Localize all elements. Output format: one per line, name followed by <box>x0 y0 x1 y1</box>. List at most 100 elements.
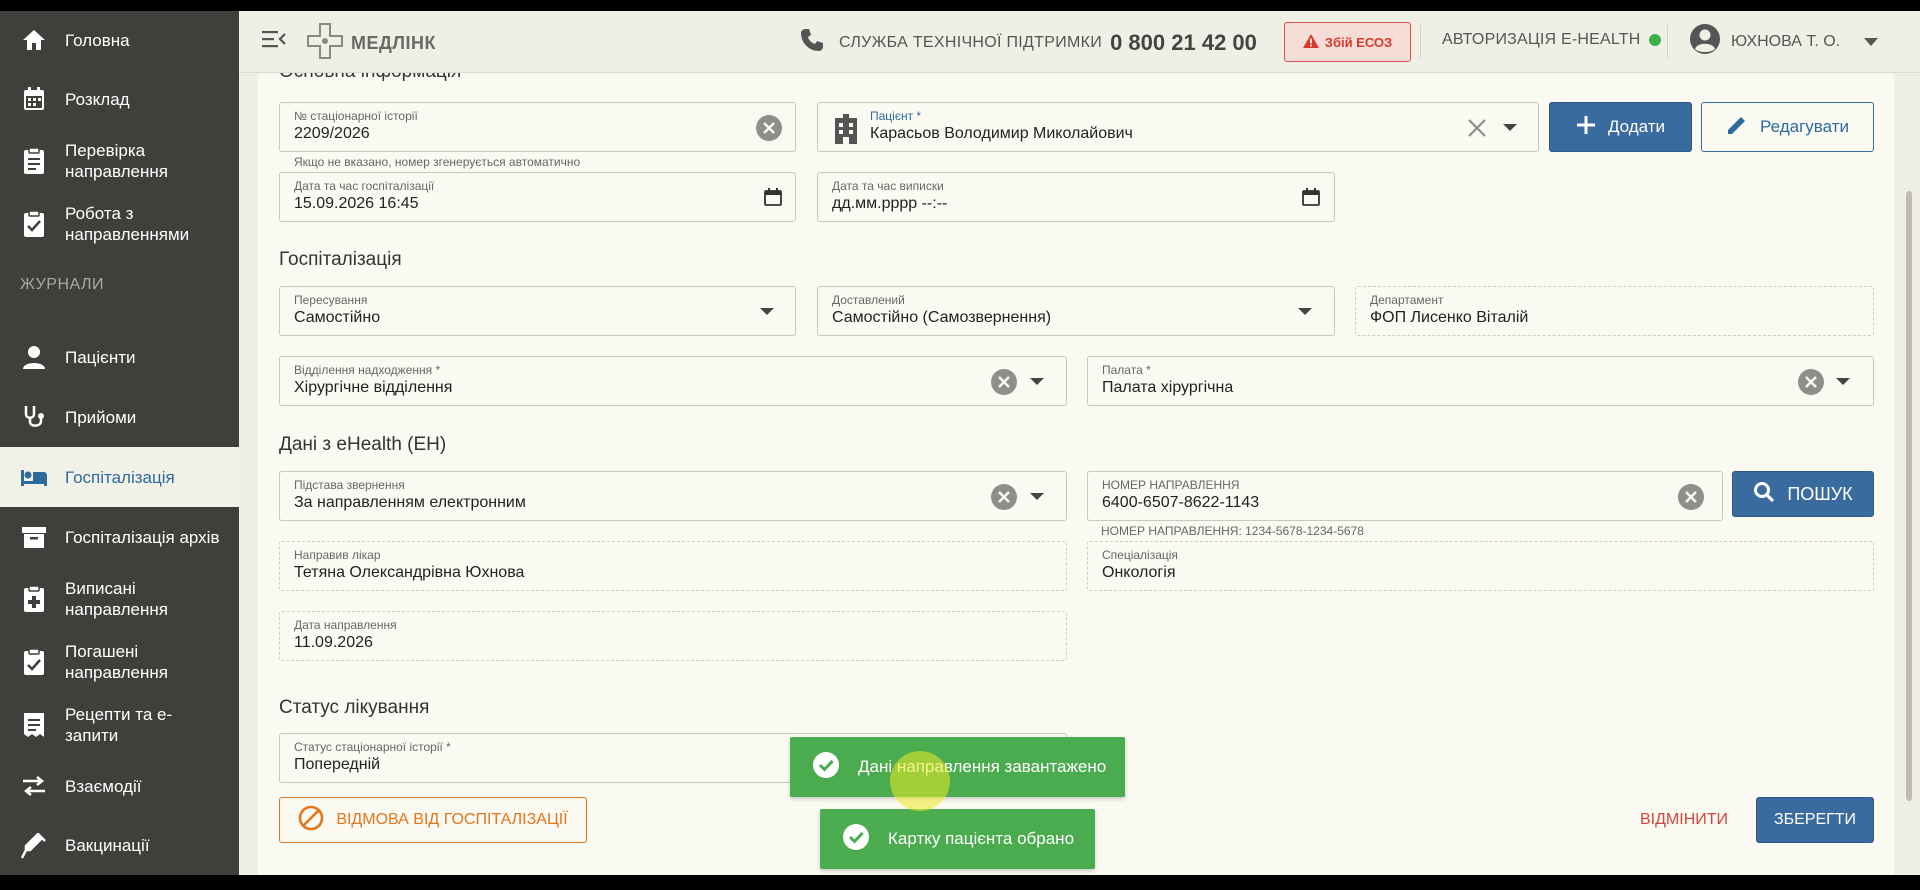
toast-referral-loaded[interactable]: Дані направлення завантажено <box>790 737 1125 797</box>
sidebar-item-label: Рецепти та е- запити <box>65 704 173 745</box>
close-icon[interactable] <box>1467 118 1487 143</box>
field-label: Дата направлення <box>294 618 397 632</box>
sidebar-item-issued-referrals[interactable]: Виписані направлення <box>0 567 239 630</box>
block-icon <box>298 805 324 836</box>
sidebar-item-work-referrals[interactable]: Робота з направленнями <box>0 192 239 255</box>
field-label: Направив лікар <box>294 548 381 562</box>
pencil-icon <box>1726 114 1748 141</box>
divider <box>1420 25 1421 59</box>
esoz-failure-button[interactable]: Збій ЕСОЗ <box>1284 22 1411 62</box>
patient-select[interactable]: Пацієнт * Карасьов Володимир Миколайович <box>817 102 1539 152</box>
sidebar-item-label: Перевірка направлення <box>65 140 168 181</box>
history-number-field[interactable]: № стаціонарної історії 2209/2026 <box>279 102 796 152</box>
field-value: 2209/2026 <box>294 125 370 142</box>
sidebar-item-vaccinations[interactable]: Вакцинації <box>0 816 239 875</box>
user-name: ЮХНОВА Т. О. <box>1731 32 1841 50</box>
add-patient-button[interactable]: Додати <box>1549 102 1692 152</box>
field-label: № стаціонарної історії <box>294 109 418 123</box>
swap-icon <box>20 772 48 800</box>
edit-patient-button[interactable]: Редагувати <box>1701 102 1874 152</box>
archive-icon <box>20 523 48 551</box>
sidebar-item-schedule[interactable]: Розклад <box>0 69 239 129</box>
calendar-icon[interactable] <box>1302 188 1320 206</box>
ward-select[interactable]: Палата * Палата хірургічна <box>1087 356 1874 406</box>
chevron-down-icon[interactable] <box>1836 378 1850 385</box>
referral-number-field[interactable]: НОМЕР НАПРАВЛЕННЯ 6400-6507-8622-1143 <box>1087 471 1723 521</box>
logo-text: МЕДЛІНК <box>351 33 436 53</box>
sidebar-item-label: Виписані направлення <box>65 578 168 619</box>
divider <box>1667 25 1668 59</box>
chevron-down-icon[interactable] <box>1030 493 1044 500</box>
transport-select[interactable]: Пересування Самостійно <box>279 286 796 336</box>
auth-label: АВТОРИЗАЦІЯ E-HEALTH <box>1442 31 1641 48</box>
edit-label: Редагувати <box>1760 117 1849 136</box>
clear-icon[interactable] <box>1798 369 1824 395</box>
toast-message: Дані направлення завантажено <box>858 757 1107 776</box>
chevron-down-icon[interactable] <box>1298 308 1312 315</box>
field-label: Спеціалізація <box>1102 548 1178 562</box>
field-value: 15.09.2026 16:45 <box>294 195 419 212</box>
field-label: Доставлений <box>832 293 905 307</box>
calendar-icon[interactable] <box>764 188 782 206</box>
save-button[interactable]: ЗБЕРЕГТИ <box>1756 797 1874 843</box>
clear-icon[interactable] <box>1678 484 1704 510</box>
sidebar-item-home[interactable]: Головна <box>0 11 239 69</box>
sidebar-item-label: Пацієнти <box>65 347 136 367</box>
refuse-hospitalization-button[interactable]: ВІДМОВА ВІД ГОСПІТАЛІЗАЦІЇ <box>279 797 587 843</box>
clear-icon[interactable] <box>991 369 1017 395</box>
chevron-down-icon[interactable] <box>760 308 774 315</box>
specialization-field: Спеціалізація Онкологія <box>1087 541 1874 591</box>
clear-icon[interactable] <box>756 115 782 141</box>
chevron-down-icon <box>1864 33 1879 51</box>
field-value: Тетяна Олександрівна Юхнова <box>294 564 525 581</box>
sidebar-item-appointments[interactable]: Прийоми <box>0 387 239 447</box>
sidebar-item-hospitalization[interactable]: Госпіталізація <box>0 447 239 507</box>
field-label: Пацієнт * <box>870 109 922 123</box>
admission-datetime-field[interactable]: Дата та час госпіталізації 15.09.2026 16… <box>279 172 796 222</box>
medlink-logo-icon <box>305 21 345 66</box>
clear-icon[interactable] <box>991 484 1017 510</box>
user-menu[interactable]: ЮХНОВА Т. О. <box>1689 23 1879 60</box>
reason-select[interactable]: Підстава звернення За направленням елект… <box>279 471 1067 521</box>
chevron-down-icon[interactable] <box>1030 378 1044 385</box>
toast-patient-selected[interactable]: Картку пацієнта обрано <box>820 809 1095 869</box>
check-circle-icon <box>812 751 840 784</box>
section-hospitalization: Госпіталізація <box>279 249 402 270</box>
delivered-select[interactable]: Доставлений Самостійно (Самозвернення) <box>817 286 1335 336</box>
field-label: Відділення надходження * <box>294 363 441 377</box>
toast-message: Картку пацієнта обрано <box>888 829 1075 848</box>
field-label: Підстава звернення <box>294 478 405 492</box>
add-label: Додати <box>1607 117 1666 136</box>
field-value: Палата хірургічна <box>1102 379 1234 396</box>
sidebar-item-label: Розклад <box>65 89 130 109</box>
sidebar-item-interactions[interactable]: Взаємодії <box>0 756 239 816</box>
support-label: СЛУЖБА ТЕХНІЧНОЇ ПІДТРИМКИ <box>839 33 1103 51</box>
discharge-datetime-field[interactable]: Дата та час виписки дд.мм.рррр --:-- <box>817 172 1335 222</box>
scrollbar[interactable] <box>1906 191 1912 801</box>
field-label: Дата та час госпіталізації <box>294 179 435 193</box>
field-value: Самостійно (Самозвернення) <box>832 309 1052 326</box>
search-referral-button[interactable]: ПОШУК <box>1732 471 1874 517</box>
field-label: Дата та час виписки <box>832 179 944 193</box>
receipt-icon <box>20 711 48 739</box>
refuse-label: ВІДМОВА ВІД ГОСПІТАЛІЗАЦІЇ <box>336 811 568 828</box>
menu-collapse-icon[interactable] <box>261 27 287 53</box>
sidebar-item-patients[interactable]: Пацієнти <box>0 327 239 387</box>
sidebar-item-check-referral[interactable]: Перевірка направлення <box>0 129 239 192</box>
cancel-button[interactable]: ВІДМІНИТИ <box>1634 797 1734 843</box>
sidebar-item-redeemed-referrals[interactable]: Погашені направлення <box>0 630 239 693</box>
sidebar-item-label: Головна <box>65 30 130 50</box>
top-header: МЕДЛІНК СЛУЖБА ТЕХНІЧНОЇ ПІДТРИМКИ 0 800… <box>239 11 1920 73</box>
field-label: Пересування <box>294 293 368 307</box>
field-value: 11.09.2026 <box>294 634 373 651</box>
admission-department-select[interactable]: Відділення надходження * Хірургічне відд… <box>279 356 1067 406</box>
sidebar-item-label: Вакцинації <box>65 836 150 855</box>
chevron-down-icon[interactable] <box>1503 124 1517 131</box>
sidebar-item-hospitalization-archive[interactable]: Госпіталізація архів <box>0 507 239 567</box>
bed-icon <box>20 463 48 491</box>
sidebar-item-label: Прийоми <box>65 407 137 427</box>
sidebar-item-prescriptions[interactable]: Рецепти та е- запити <box>0 693 239 756</box>
clipboard-med-icon <box>20 584 48 613</box>
section-basic-info: Основна інформація <box>279 73 461 83</box>
ehealth-auth-status[interactable]: АВТОРИЗАЦІЯ E-HEALTH <box>1442 31 1661 49</box>
